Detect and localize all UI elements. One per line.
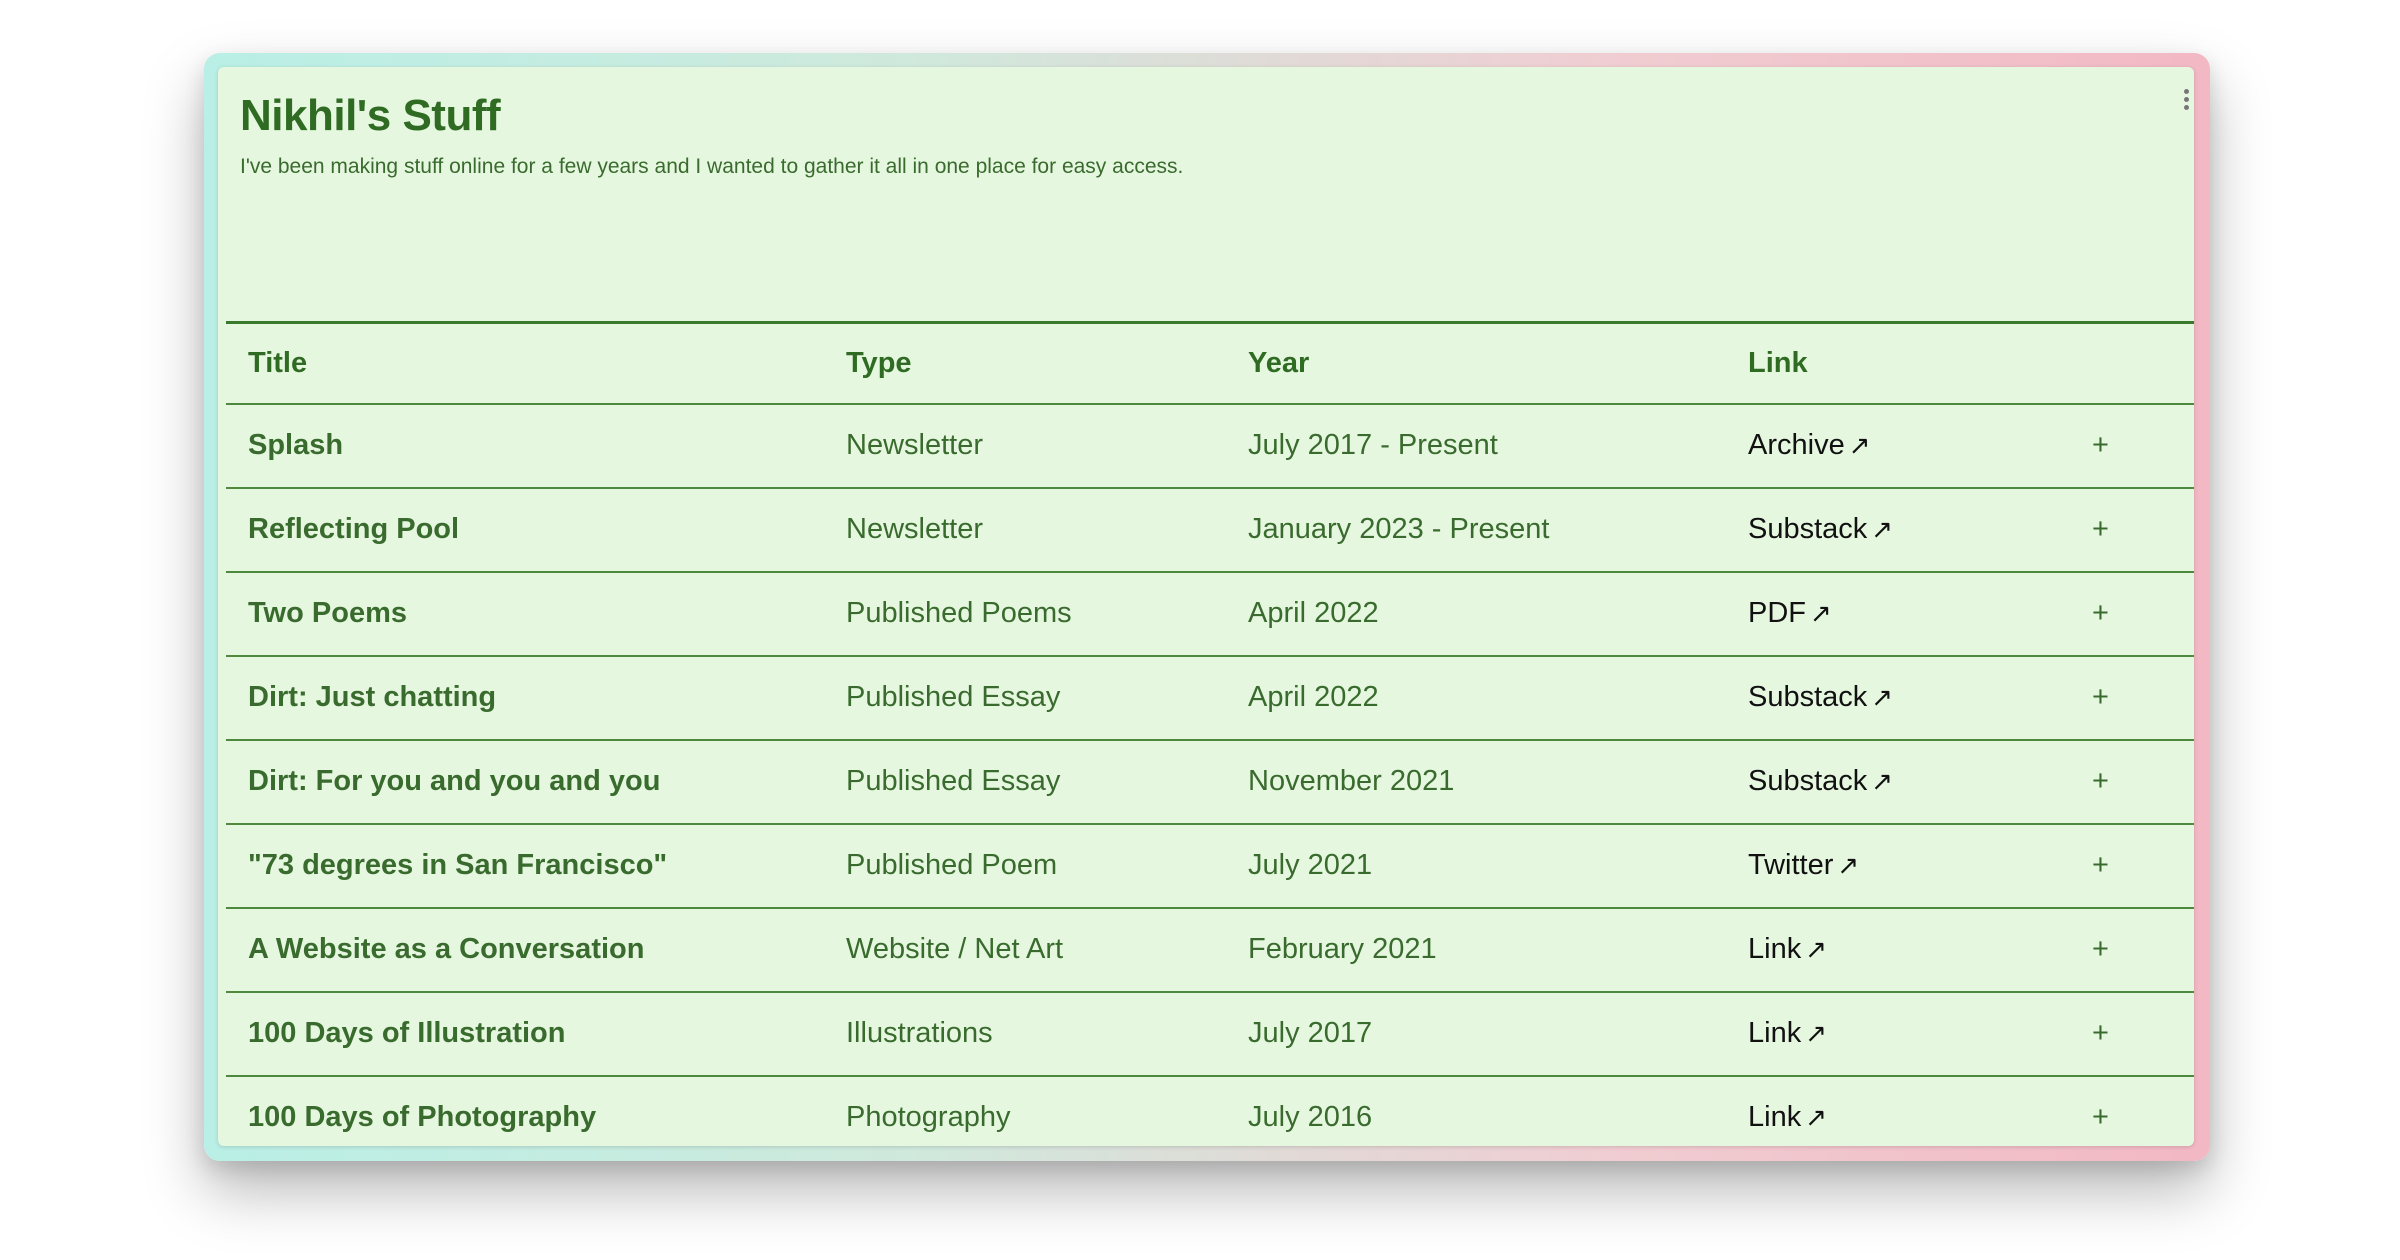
table-row[interactable]: 100 Days of Photography Photography July… (226, 1076, 2194, 1147)
row-type: Newsletter (846, 513, 983, 545)
row-link-label: Substack (1748, 513, 1868, 545)
row-year: January 2023 - Present (1248, 513, 1550, 545)
drag-handle-icon[interactable] (2184, 89, 2190, 110)
page-description: I've been making stuff online for a few … (240, 155, 1184, 178)
expand-row-button[interactable]: + (2070, 488, 2194, 572)
table-row[interactable]: Dirt: For you and you and you Published … (226, 740, 2194, 824)
row-link[interactable]: Substack ↗ (1748, 765, 1893, 797)
row-year: April 2022 (1248, 597, 1379, 629)
content-panel: Nikhil's Stuff I've been making stuff on… (218, 67, 2194, 1146)
table-row[interactable]: Dirt: Just chatting Published Essay Apri… (226, 656, 2194, 740)
row-type: Photography (846, 1101, 1011, 1133)
expand-row-button[interactable]: + (2070, 572, 2194, 656)
table-header-row: Title Type Year Link (226, 322, 2194, 404)
table-row[interactable]: A Website as a Conversation Website / Ne… (226, 908, 2194, 992)
works-table: Title Type Year Link Splash Newsletter J… (226, 321, 2194, 1146)
page-title: Nikhil's Stuff (240, 91, 501, 140)
row-year: April 2022 (1248, 681, 1379, 713)
external-link-arrow-icon: ↗ (1871, 514, 1894, 544)
row-link[interactable]: Archive ↗ (1748, 429, 1871, 461)
row-type: Website / Net Art (846, 933, 1064, 965)
row-type: Published Essay (846, 765, 1061, 797)
expand-row-button[interactable]: + (2070, 908, 2194, 992)
header-expand (2070, 323, 2194, 404)
row-title: 100 Days of Photography (248, 1101, 597, 1133)
row-title: 100 Days of Illustration (248, 1017, 566, 1049)
row-title: Dirt: For you and you and you (248, 765, 661, 797)
row-link-label: Link (1748, 1101, 1802, 1133)
row-link-label: Archive (1748, 429, 1845, 461)
row-year: February 2021 (1248, 933, 1437, 965)
window-frame: Nikhil's Stuff I've been making stuff on… (204, 53, 2210, 1161)
external-link-arrow-icon: ↗ (1805, 1018, 1827, 1048)
row-link[interactable]: Link ↗ (1748, 933, 1827, 965)
row-year: November 2021 (1248, 765, 1455, 797)
row-title: "73 degrees in San Francisco" (248, 849, 668, 881)
row-link-label: Link (1748, 933, 1802, 965)
row-year: July 2017 - Present (1248, 429, 1498, 461)
row-title: A Website as a Conversation (248, 933, 645, 965)
row-link[interactable]: Link ↗ (1748, 1017, 1827, 1049)
table-row[interactable]: 100 Days of Illustration Illustrations J… (226, 992, 2194, 1076)
row-link-label: Link (1748, 1017, 1802, 1049)
external-link-arrow-icon: ↗ (1848, 430, 1871, 460)
row-year: July 2021 (1248, 849, 1373, 881)
external-link-arrow-icon: ↗ (1837, 850, 1860, 880)
row-link-label: Substack (1748, 681, 1868, 713)
row-link[interactable]: Link ↗ (1748, 1101, 1827, 1133)
row-type: Illustrations (846, 1017, 993, 1049)
row-title: Two Poems (248, 597, 407, 629)
row-link[interactable]: Substack ↗ (1748, 681, 1893, 713)
external-link-arrow-icon: ↗ (1871, 682, 1894, 712)
external-link-arrow-icon: ↗ (1871, 766, 1894, 796)
header-link: Link (1748, 346, 1808, 379)
expand-row-button[interactable]: + (2070, 992, 2194, 1076)
row-link[interactable]: Substack ↗ (1748, 513, 1893, 545)
table-row[interactable]: Splash Newsletter July 2017 - Present Ar… (226, 404, 2194, 488)
row-link-label: PDF (1748, 597, 1806, 629)
expand-row-button[interactable]: + (2070, 740, 2194, 824)
row-year: July 2016 (1248, 1101, 1373, 1133)
table-row[interactable]: "73 degrees in San Francisco" Published … (226, 824, 2194, 908)
expand-row-button[interactable]: + (2070, 1076, 2194, 1147)
header-title: Title (248, 346, 308, 379)
row-year: July 2017 (1248, 1017, 1373, 1049)
table-row[interactable]: Two Poems Published Poems April 2022 PDF… (226, 572, 2194, 656)
row-link[interactable]: PDF ↗ (1748, 597, 1832, 629)
external-link-arrow-icon: ↗ (1805, 1102, 1827, 1132)
external-link-arrow-icon: ↗ (1805, 934, 1827, 964)
row-type: Newsletter (846, 429, 983, 461)
row-type: Published Poems (846, 597, 1072, 629)
expand-row-button[interactable]: + (2070, 404, 2194, 488)
row-type: Published Essay (846, 681, 1061, 713)
row-link-label: Twitter (1748, 849, 1834, 881)
header-type: Type (846, 346, 912, 379)
row-link-label: Substack (1748, 765, 1868, 797)
row-title: Dirt: Just chatting (248, 681, 497, 713)
row-title: Reflecting Pool (248, 513, 460, 545)
header-year: Year (1248, 346, 1310, 379)
row-type: Published Poem (846, 849, 1058, 881)
table-row[interactable]: Reflecting Pool Newsletter January 2023 … (226, 488, 2194, 572)
expand-row-button[interactable]: + (2070, 656, 2194, 740)
external-link-arrow-icon: ↗ (1810, 598, 1832, 628)
row-title: Splash (248, 429, 344, 461)
row-link[interactable]: Twitter ↗ (1748, 849, 1859, 881)
expand-row-button[interactable]: + (2070, 824, 2194, 908)
